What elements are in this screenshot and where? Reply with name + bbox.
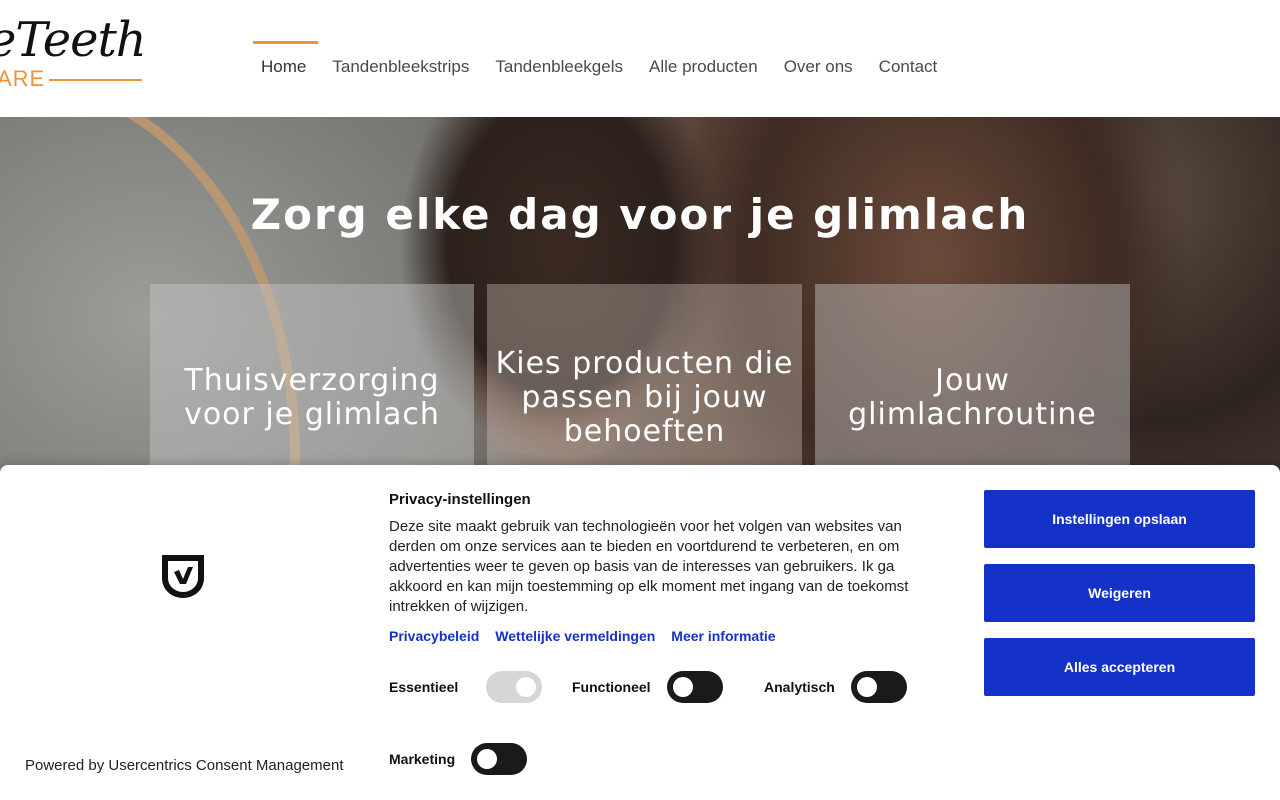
accept-all-button[interactable]: Alles accepteren [984,638,1255,696]
toggle-row-essential: Essentieel [389,671,543,703]
nav-item-tandenbleekstrips[interactable]: Tandenbleekstrips [319,41,482,81]
logo-sub-text: ARE [0,66,50,92]
hero-card-thuisverzorging[interactable]: Thuisverzorging voor je glimlach [150,284,474,474]
nav-item-alle-producten[interactable]: Alle producten [636,41,771,81]
toggle-essential [486,671,543,703]
main-nav: Home Tandenbleekstrips Tandenbleekgels A… [248,41,950,81]
toggle-row-functional: Functioneel [572,671,723,703]
nav-item-contact[interactable]: Contact [866,41,951,81]
toggle-label-marketing: Marketing [389,751,456,767]
site-logo[interactable]: eTeeth ARE [0,8,150,98]
toggle-knob [856,677,877,697]
consent-links: Privacybeleid Wettelijke vermeldingen Me… [389,628,776,644]
toggle-functional[interactable] [666,671,723,703]
nav-item-tandenbleekgels[interactable]: Tandenbleekgels [482,41,636,81]
hero-card-glimlachroutine[interactable]: Jouw glimlachroutine [815,284,1130,474]
more-info-link[interactable]: Meer informatie [671,628,775,644]
consent-title: Privacy-instellingen [389,491,531,508]
legal-notice-link[interactable]: Wettelijke vermeldingen [495,628,655,644]
logo-script-text: eTeeth [0,12,147,68]
nav-item-home[interactable]: Home [248,41,319,81]
toggle-row-marketing: Marketing [389,743,528,775]
site-header: eTeeth ARE Home Tandenbleekstrips Tanden… [0,0,1280,117]
hero-card-label: Kies producten die passen bij jouw behoe… [495,346,794,449]
consent-description: Deze site maakt gebruik van technologieë… [389,518,909,615]
toggle-row-analytics: Analytisch [764,671,907,703]
consent-banner: Powered by Usercentrics Consent Manageme… [0,465,1280,800]
privacy-policy-link[interactable]: Privacybeleid [389,628,479,644]
nav-item-over-ons[interactable]: Over ons [771,41,866,81]
shield-check-icon [162,555,204,598]
hero-card-kies-producten[interactable]: Kies producten die passen bij jouw behoe… [487,284,802,474]
toggle-knob [672,677,693,697]
powered-by-text: Powered by Usercentrics Consent Manageme… [25,757,344,774]
toggle-label-essential: Essentieel [389,679,459,695]
toggle-marketing[interactable] [471,743,528,775]
hero-card-label: Jouw glimlachroutine [848,363,1097,432]
toggle-label-analytics: Analytisch [764,679,835,695]
hero-title: Zorg elke dag voor je glimlach [250,190,1030,239]
toggle-label-functional: Functioneel [572,679,651,695]
hero-card-label: Thuisverzorging voor je glimlach [184,363,440,432]
save-settings-button[interactable]: Instellingen opslaan [984,490,1255,548]
toggle-analytics[interactable] [850,671,907,703]
toggle-knob [516,677,537,697]
toggle-knob [477,749,498,769]
reject-button[interactable]: Weigeren [984,564,1255,622]
